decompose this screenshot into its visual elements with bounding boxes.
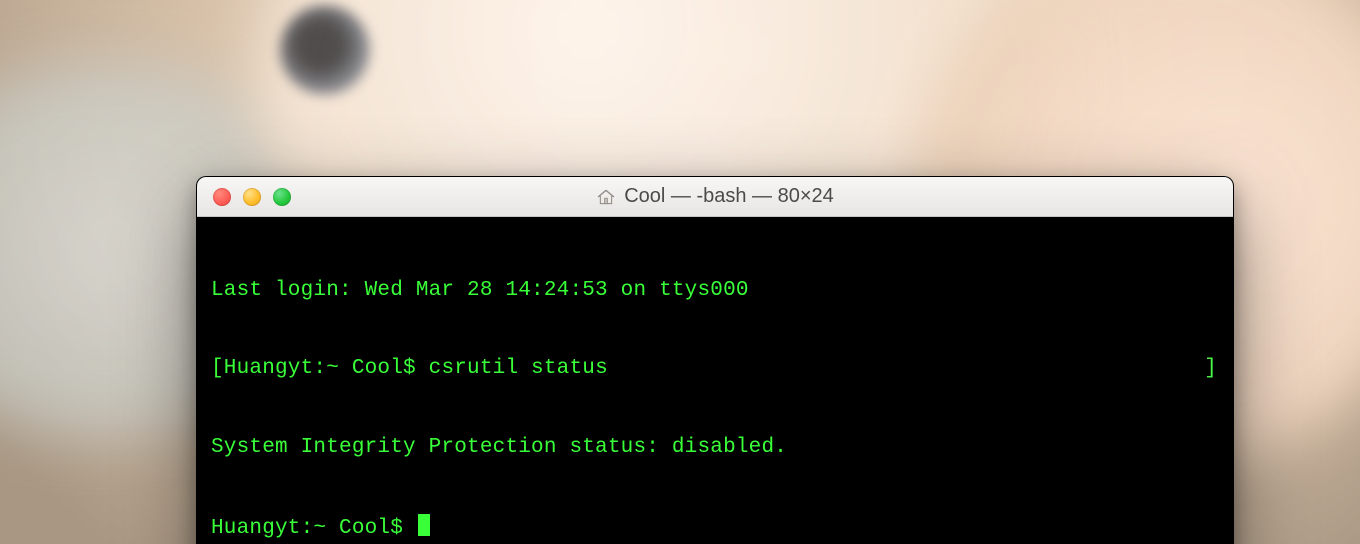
- terminal-line: System Integrity Protection status: disa…: [211, 435, 1219, 461]
- minimize-button[interactable]: [243, 188, 261, 206]
- window-title: Cool — -bash — 80×24: [197, 185, 1233, 208]
- terminal-cursor: [418, 514, 430, 536]
- terminal-line: [Huangyt:~ Cool$ csrutil status]: [211, 356, 1219, 382]
- terminal-prompt: [Huangyt:~ Cool$: [211, 357, 429, 380]
- window-titlebar[interactable]: Cool — -bash — 80×24: [197, 177, 1233, 217]
- zoom-button[interactable]: [273, 188, 291, 206]
- window-traffic-lights: [197, 188, 291, 206]
- terminal-window[interactable]: Cool — -bash — 80×24 Last login: Wed Mar…: [196, 176, 1234, 544]
- terminal-line: Last login: Wed Mar 28 14:24:53 on ttys0…: [211, 278, 1219, 304]
- close-button[interactable]: [213, 188, 231, 206]
- terminal-body[interactable]: Last login: Wed Mar 28 14:24:53 on ttys0…: [197, 217, 1233, 544]
- home-icon: [596, 187, 616, 207]
- terminal-line: Huangyt:~ Cool$: [211, 514, 1219, 542]
- desktop-background-blob: [280, 5, 370, 95]
- terminal-command: csrutil status: [429, 357, 608, 380]
- terminal-prompt: Huangyt:~ Cool$: [211, 517, 416, 540]
- window-title-text: Cool — -bash — 80×24: [624, 185, 834, 208]
- prompt-close-bracket: ]: [1204, 356, 1217, 382]
- last-login-text: Last login: Wed Mar 28 14:24:53 on ttys0…: [211, 279, 749, 302]
- terminal-output: System Integrity Protection status: disa…: [211, 436, 787, 459]
